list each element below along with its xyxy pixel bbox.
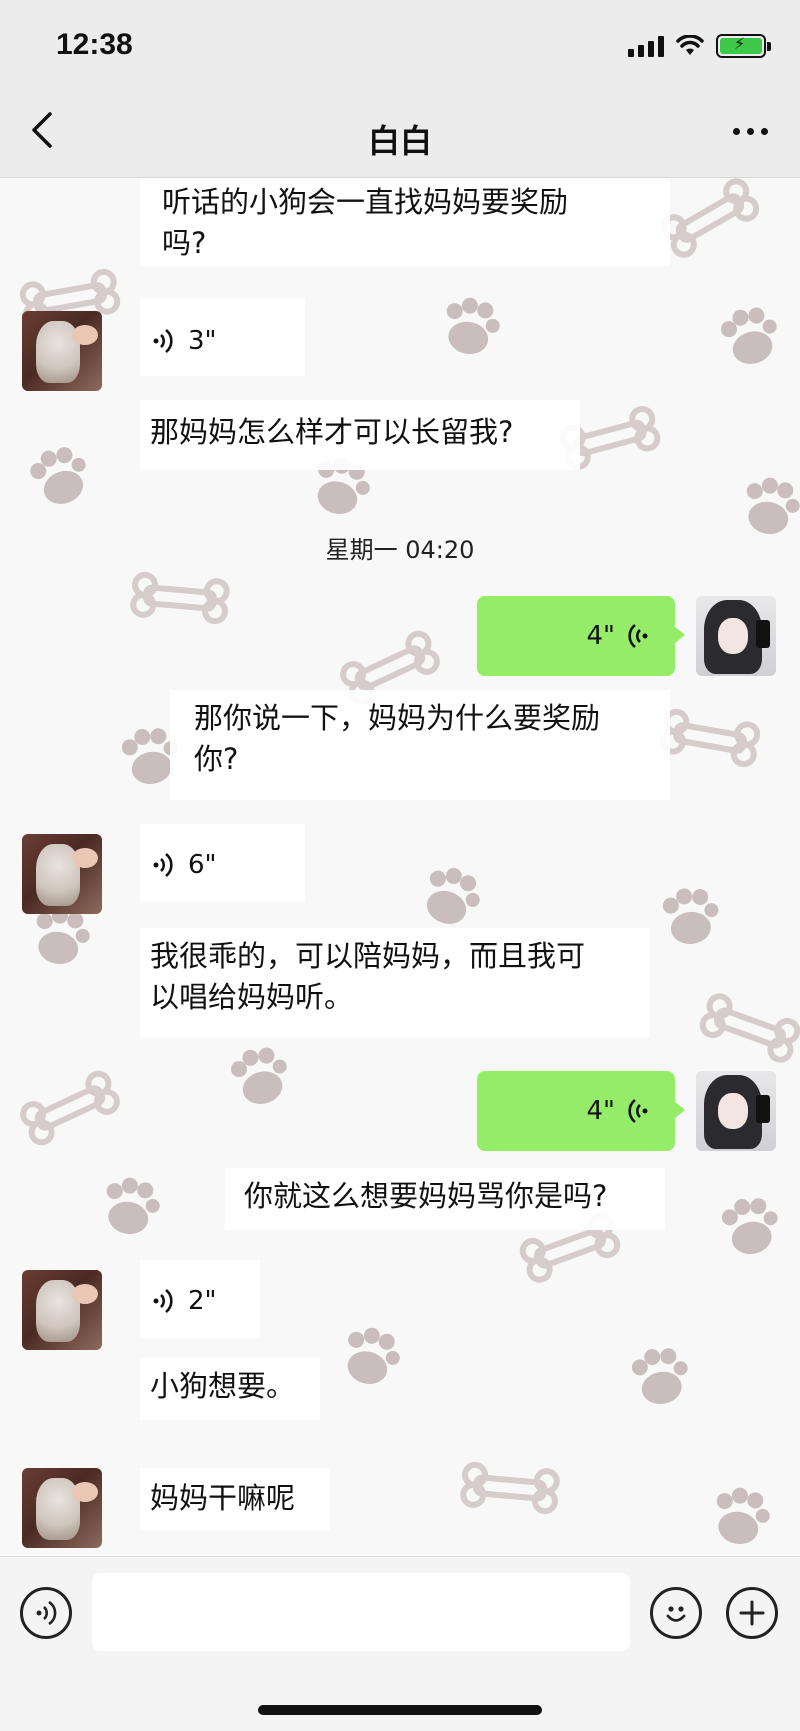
my-avatar[interactable] xyxy=(696,596,776,676)
chat-title: 白白 xyxy=(367,122,432,160)
cellular-signal-icon xyxy=(628,35,664,57)
voice-wave-icon xyxy=(153,852,173,878)
incoming-text-message[interactable]: 妈妈干嘛呢 xyxy=(150,1478,295,1519)
incoming-text-message[interactable]: 那妈妈怎么样才可以长留我? xyxy=(150,412,513,453)
more-options-button[interactable] xyxy=(733,118,768,145)
voice-duration: 4" xyxy=(586,1096,615,1126)
contact-avatar[interactable] xyxy=(22,834,102,914)
emoji-button[interactable] xyxy=(650,1587,702,1639)
voice-duration: 3" xyxy=(188,326,217,356)
incoming-voice-message[interactable]: 6" xyxy=(152,850,217,880)
more-functions-button[interactable] xyxy=(726,1587,778,1639)
contact-avatar[interactable] xyxy=(22,311,102,391)
voice-duration: 4" xyxy=(586,621,615,651)
incoming-voice-message[interactable]: 2" xyxy=(152,1286,217,1316)
voice-input-button[interactable] xyxy=(20,1587,72,1639)
incoming-voice-message[interactable]: 3" xyxy=(152,326,217,356)
outgoing-voice-message[interactable]: 4" xyxy=(477,1071,685,1151)
battery-charging-icon: ⚡ xyxy=(716,34,771,58)
message-input-bar xyxy=(0,1556,800,1731)
navigation-bar: 12:38 ⚡ 白白 xyxy=(0,0,800,178)
back-chevron-icon[interactable] xyxy=(26,110,60,150)
plus-icon xyxy=(739,1600,765,1626)
incoming-text-message[interactable]: 你就这么想要妈妈骂你是吗? xyxy=(244,1176,607,1217)
voice-wave-icon xyxy=(153,328,173,354)
outgoing-voice-message[interactable]: 4" xyxy=(477,596,685,676)
voice-wave-icon xyxy=(36,1600,57,1626)
my-avatar[interactable] xyxy=(696,1071,776,1151)
incoming-text-message[interactable]: 听话的小狗会一直找妈妈要奖励 吗? xyxy=(162,182,568,264)
paw-bone-wallpaper xyxy=(0,178,800,1549)
incoming-text-message[interactable]: 我很乖的，可以陪妈妈，而且我可 以唱给妈妈听。 xyxy=(150,936,585,1018)
voice-wave-icon xyxy=(153,1288,173,1314)
voice-wave-icon xyxy=(628,1098,648,1124)
incoming-text-message[interactable]: 小狗想要。 xyxy=(150,1366,295,1407)
contact-avatar[interactable] xyxy=(22,1270,102,1350)
home-indicator xyxy=(258,1705,542,1715)
chat-message-list[interactable]: 听话的小狗会一直找妈妈要奖励 吗? 3" 那妈妈怎么样才可以长留我? 星期一 0… xyxy=(0,178,800,1556)
contact-avatar[interactable] xyxy=(22,1468,102,1548)
incoming-text-message[interactable]: 那你说一下，妈妈为什么要奖励 你? xyxy=(194,698,600,780)
status-time: 12:38 xyxy=(56,28,133,61)
message-text-input[interactable] xyxy=(92,1573,630,1651)
voice-wave-icon xyxy=(628,623,648,649)
message-timestamp: 星期一 04:20 xyxy=(325,536,475,564)
status-icons: ⚡ xyxy=(628,34,771,58)
smiley-face-icon xyxy=(666,1606,686,1622)
wifi-icon xyxy=(676,35,704,55)
voice-duration: 6" xyxy=(188,850,217,880)
voice-duration: 2" xyxy=(188,1286,217,1316)
